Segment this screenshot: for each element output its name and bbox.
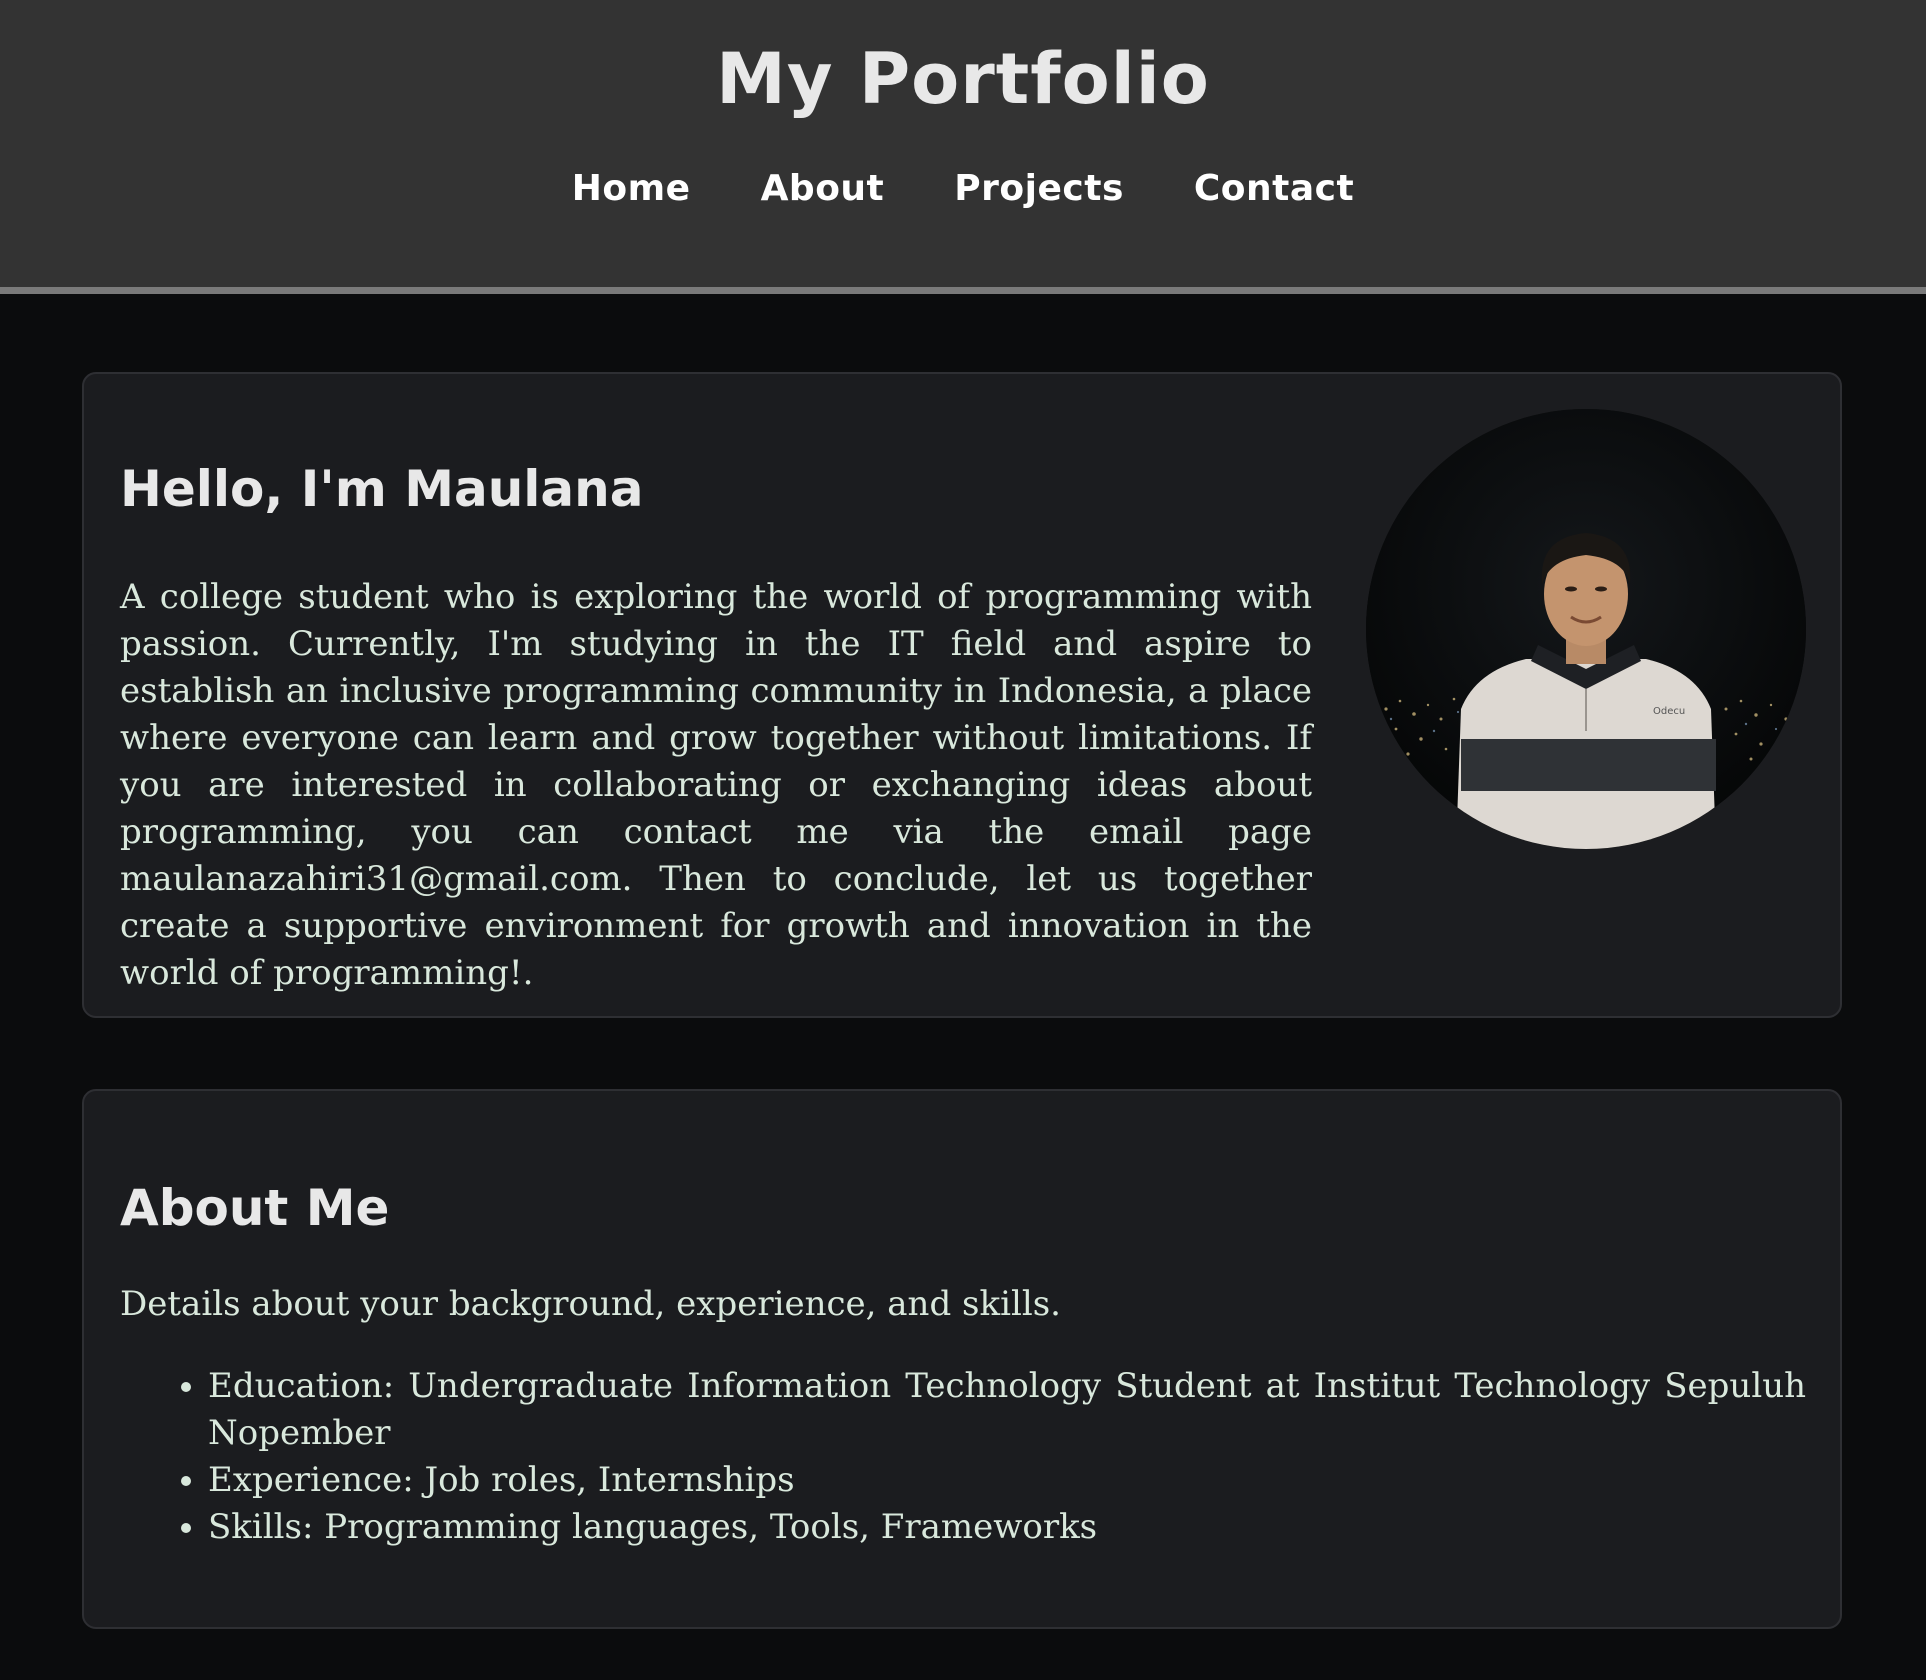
- site-title: My Portfolio: [716, 38, 1210, 120]
- about-heading: About Me: [120, 1179, 390, 1237]
- site-header: My Portfolio Home About Projects Contact: [0, 0, 1926, 294]
- about-intro: Details about your background, experienc…: [120, 1284, 1061, 1324]
- main-nav: Home About Projects Contact: [0, 168, 1926, 209]
- list-item-skills: Skills: Programming languages, Tools, Fr…: [208, 1504, 1806, 1551]
- about-details-list: Education: Undergraduate Information Tec…: [120, 1363, 1806, 1551]
- nav-about-link[interactable]: About: [761, 168, 885, 209]
- hero-section: Hello, I'm Maulana A college student who…: [82, 372, 1842, 1018]
- about-section: About Me Details about your background, …: [82, 1089, 1842, 1629]
- nav-projects-link[interactable]: Projects: [954, 168, 1124, 209]
- nav-contact-link[interactable]: Contact: [1194, 168, 1354, 209]
- hero-description: A college student who is exploring the w…: [120, 577, 1312, 993]
- nav-home-link[interactable]: Home: [572, 168, 691, 209]
- list-item-experience: Experience: Job roles, Internships: [208, 1457, 1806, 1504]
- svg-text:Odecu: Odecu: [1653, 706, 1685, 717]
- profile-photo: Odecu: [1366, 409, 1806, 849]
- profile-photo-illustration: Odecu: [1366, 409, 1806, 849]
- list-item-education: Education: Undergraduate Information Tec…: [208, 1363, 1806, 1457]
- hero-heading: Hello, I'm Maulana: [120, 460, 644, 518]
